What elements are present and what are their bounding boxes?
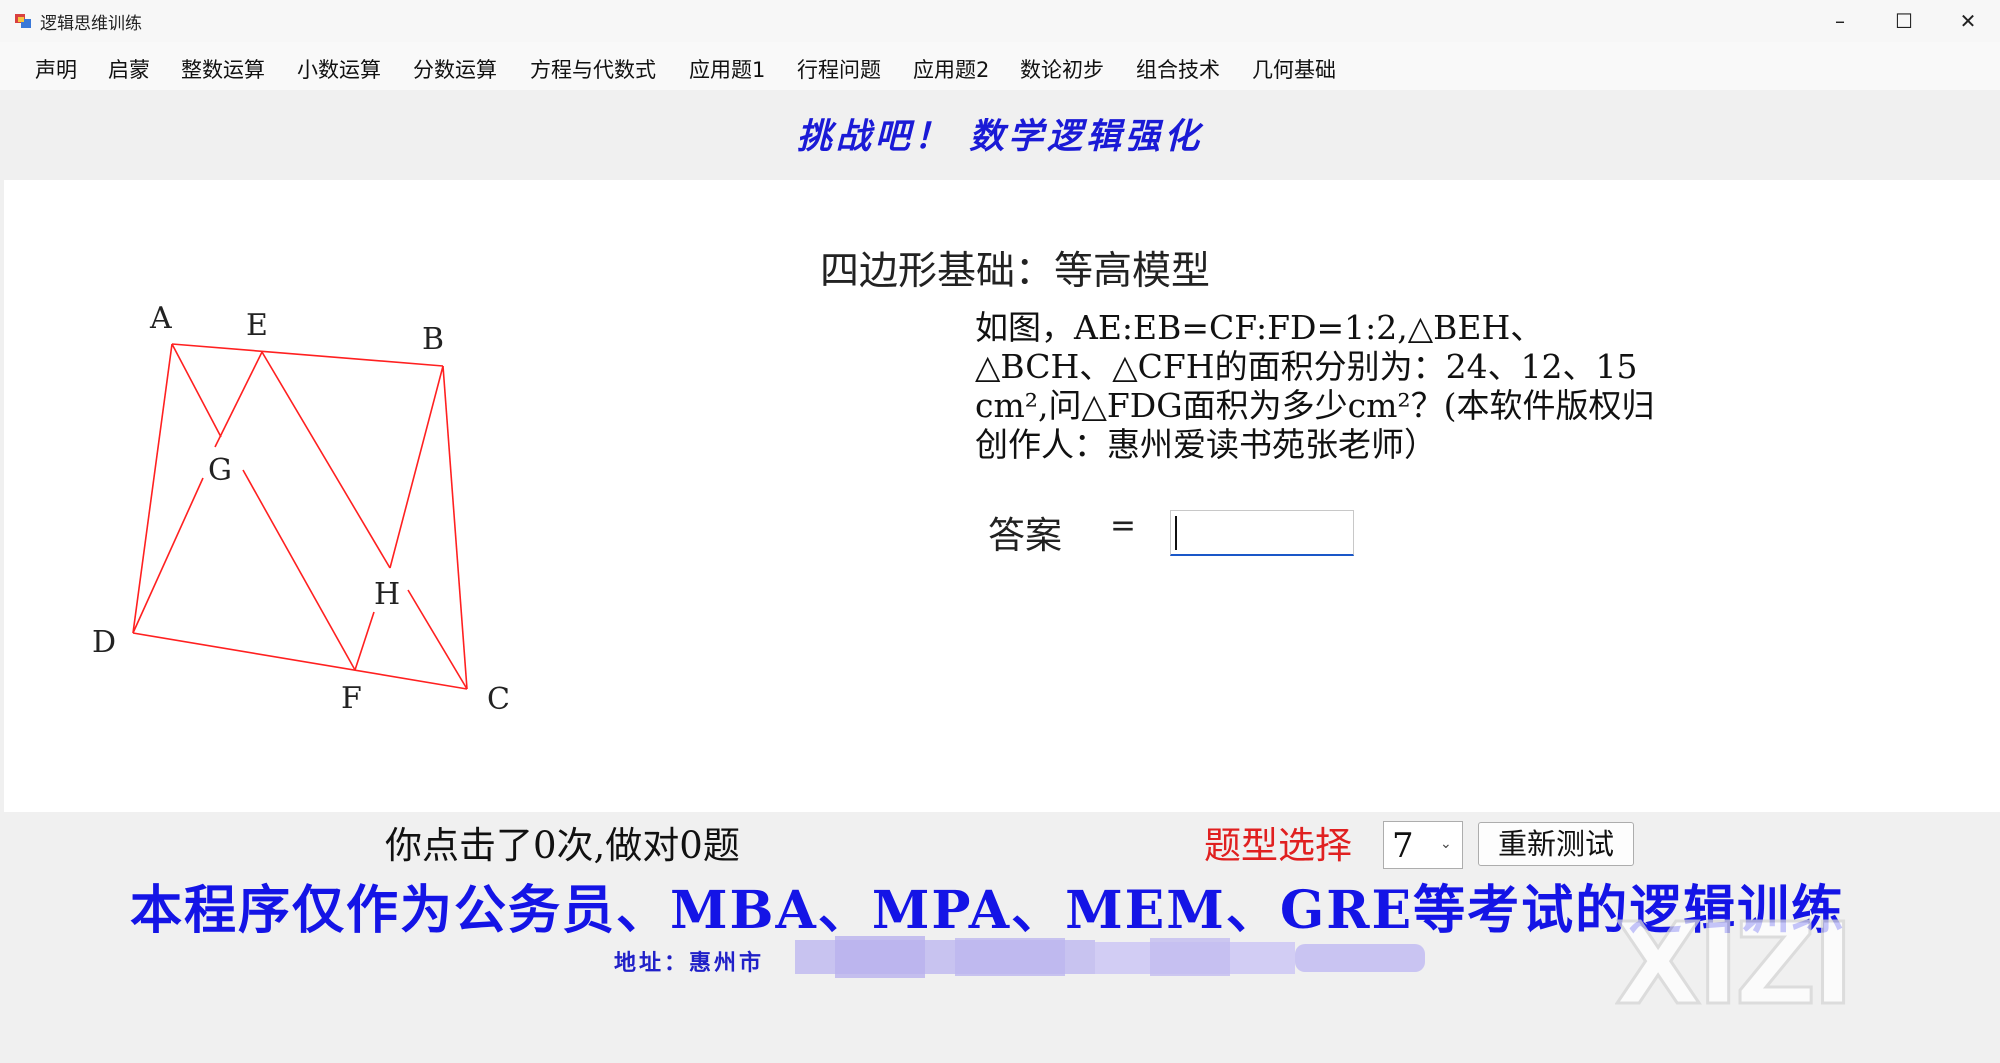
redacted-address: [795, 936, 1425, 978]
retest-button[interactable]: 重新测试: [1478, 822, 1634, 866]
geometry-figure: A E B G H D F C: [92, 301, 510, 717]
line-g-e: [214, 351, 263, 448]
address-text: 地址：惠州市: [614, 950, 765, 976]
line-b-h: [389, 365, 444, 569]
label-b: B: [422, 322, 444, 357]
score-text: 你点击了0次,做对0题: [385, 824, 740, 867]
menu-item-word-problems-1[interactable]: 应用题1: [689, 54, 765, 84]
label-c: C: [487, 682, 510, 717]
label-e: E: [246, 308, 268, 343]
maximize-button[interactable]: ☐: [1872, 0, 1936, 42]
question-text: 如图，AE:EB=CF:FD=1:2,△BEH、△BCH、△CFH的面积分别为：…: [975, 308, 1655, 464]
watermark: XIZI: [1614, 899, 1856, 1032]
line-h-c: [407, 589, 468, 690]
menu-item-word-problems-2[interactable]: 应用题2: [913, 54, 989, 84]
menu-item-number-theory[interactable]: 数论初步: [1020, 54, 1104, 84]
label-d: D: [92, 625, 116, 660]
menu-item-geometry[interactable]: 几何基础: [1252, 54, 1336, 84]
question-type-label: 题型选择: [1204, 824, 1352, 867]
line-a-g: [171, 343, 222, 438]
answer-input[interactable]: [1170, 510, 1354, 556]
close-button[interactable]: ✕: [1936, 0, 2000, 42]
answer-label: 答案: [988, 514, 1062, 557]
equals-sign: =: [1110, 508, 1136, 544]
chevron-down-icon: ⌄: [1440, 836, 1452, 852]
line-e-h: [261, 351, 391, 569]
question-type-value: 7: [1392, 826, 1414, 866]
label-g: G: [208, 453, 232, 488]
disclaimer-text: 本程序仅作为公务员、MBA、MPA、MEM、GRE等考试的逻辑训练: [130, 880, 1846, 941]
figure-lines: [132, 343, 468, 690]
question-type-select[interactable]: 7 ⌄: [1383, 821, 1463, 869]
text-caret: [1175, 516, 1177, 550]
menu-item-travel-problems[interactable]: 行程问题: [797, 54, 881, 84]
label-h: H: [374, 577, 400, 612]
section-title: 四边形基础：等高模型: [820, 249, 1211, 294]
minimize-button[interactable]: –: [1808, 0, 1872, 42]
line-h-f: [354, 611, 375, 671]
edge-cd: [132, 632, 468, 690]
line-g-f: [242, 469, 356, 671]
label-f: F: [341, 681, 362, 716]
edge-ab: [171, 343, 444, 367]
edge-bc: [442, 365, 468, 690]
menu-item-combinatorics[interactable]: 组合技术: [1136, 54, 1220, 84]
label-a: A: [149, 301, 172, 336]
